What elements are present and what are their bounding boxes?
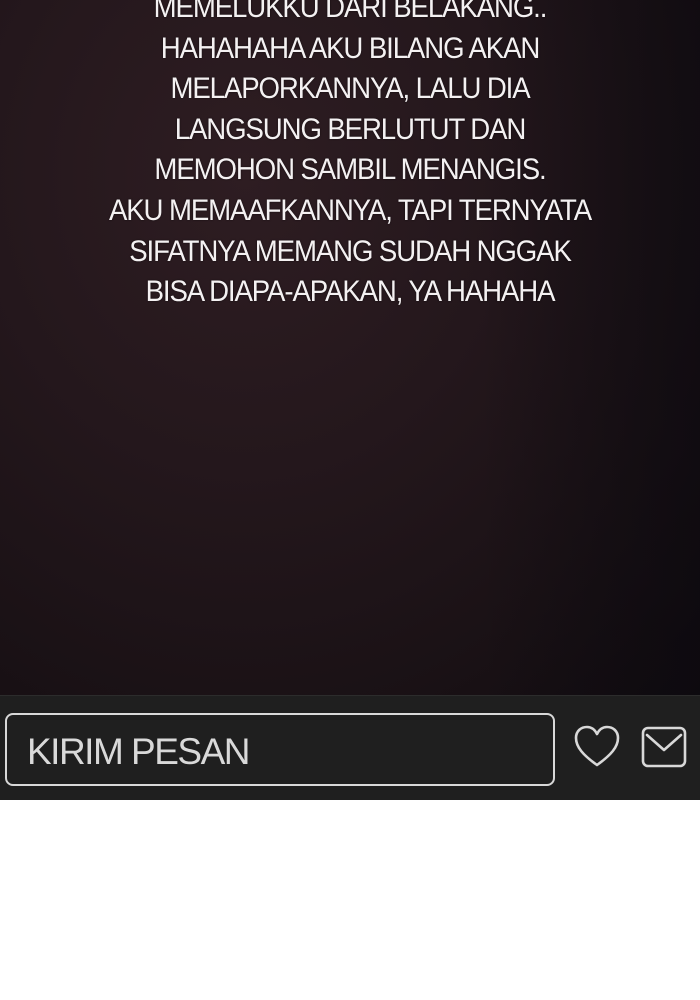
story-line: HAHAHAHA AKU BILANG AKAN bbox=[160, 31, 541, 65]
story-line: LANGSUNG BERLUTUT DAN bbox=[174, 112, 527, 146]
message-placeholder: KIRIM PESAN bbox=[27, 731, 251, 772]
story-text: MEMELUKKU DARI BELAKANG.. HAHAHAHA AKU B… bbox=[0, 0, 700, 313]
message-button[interactable] bbox=[639, 722, 689, 772]
story-panel: MEMELUKKU DARI BELAKANG.. HAHAHAHA AKU B… bbox=[0, 0, 700, 695]
story-line: SIFATNYA MEMANG SUDAH NGGAK bbox=[129, 234, 572, 268]
heart-icon bbox=[574, 725, 620, 767]
story-line: MEMELUKKU DARI BELAKANG.. bbox=[153, 0, 548, 24]
story-line: MELAPORKANNYA, LALU DIA bbox=[170, 72, 530, 106]
message-bar: KIRIM PESAN bbox=[0, 695, 700, 801]
page-background bbox=[0, 800, 700, 1000]
like-button[interactable] bbox=[572, 722, 622, 772]
story-line: BISA DIAPA-APAKAN, YA HAHAHA bbox=[145, 275, 556, 309]
story-line: AKU MEMAAFKANNYA, TAPI TERNYATA bbox=[108, 193, 592, 227]
story-line: MEMOHON SAMBIL MENANGIS. bbox=[154, 153, 546, 187]
message-input[interactable]: KIRIM PESAN bbox=[5, 713, 555, 786]
mail-icon bbox=[641, 726, 687, 768]
